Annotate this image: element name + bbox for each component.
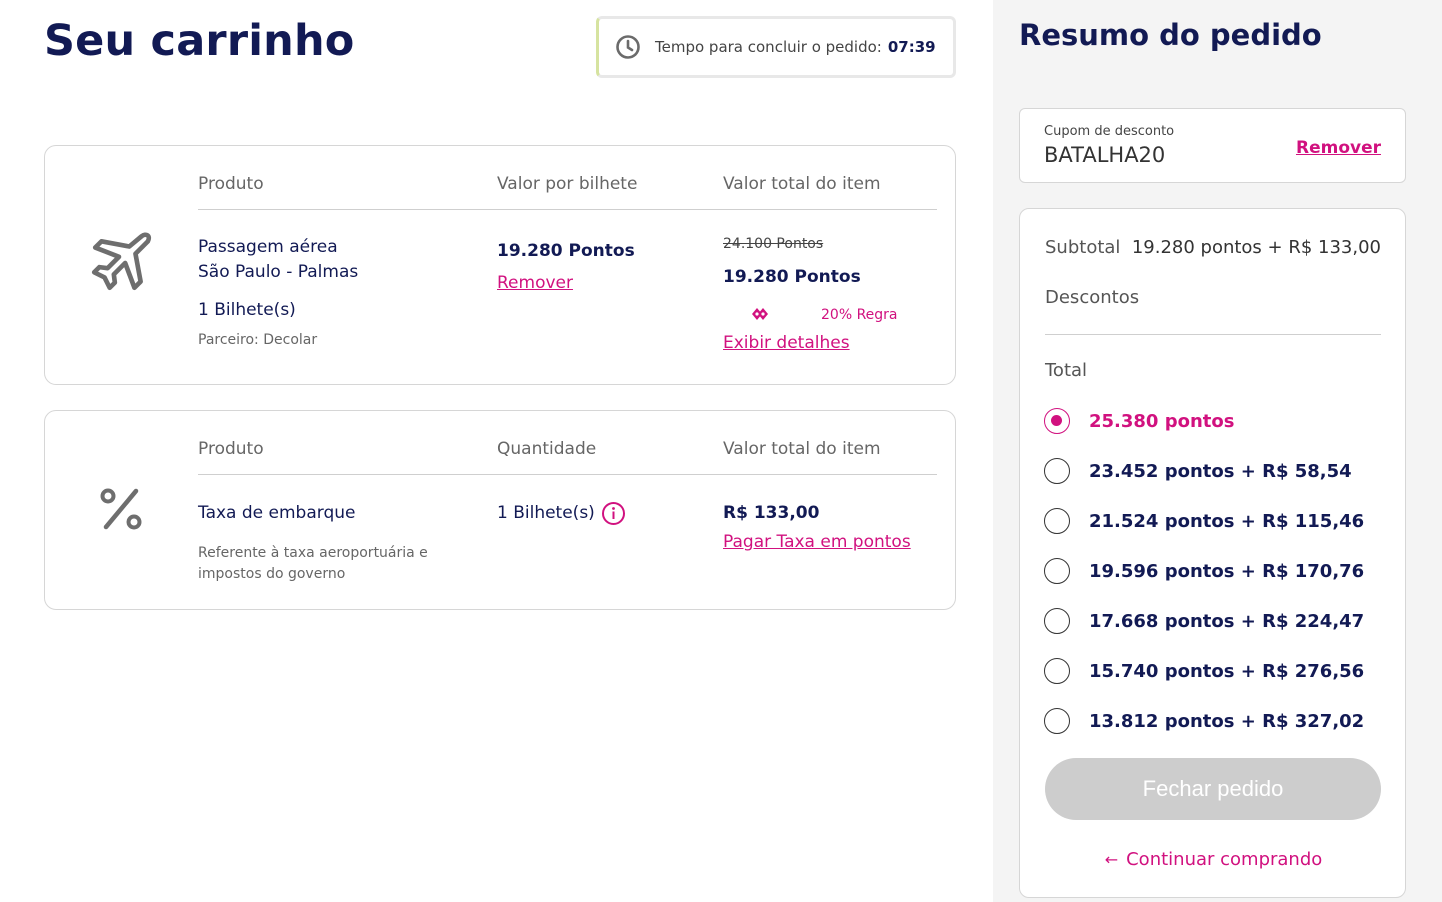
timer-value: 07:39 <box>887 38 936 56</box>
unit-price: 19.280 Pontos <box>497 241 635 261</box>
info-icon[interactable] <box>601 501 626 526</box>
product-description: Referente à taxa aeroportuária e <box>198 545 428 561</box>
show-details-link[interactable]: Exibir detalhes <box>723 333 850 353</box>
percent-icon <box>100 488 142 530</box>
product-description-cont: impostos do governo <box>198 566 346 582</box>
item-total: 19.280 Pontos <box>723 267 861 287</box>
timer-label: Tempo para concluir o pedido: <box>655 38 882 56</box>
clock-icon <box>616 35 640 59</box>
cart-panel: Seu carrinho Tempo para concluir o pedid… <box>0 0 993 902</box>
payment-option-radio[interactable] <box>1044 658 1070 684</box>
remove-item-link[interactable]: Remover <box>497 273 573 293</box>
payment-option[interactable]: 19.596 pontos + R$ 170,76 <box>1044 557 1364 585</box>
payment-option-radio[interactable] <box>1044 508 1070 534</box>
cart-item-flight: Produto Valor por bilhete Valor total do… <box>44 145 956 385</box>
payment-option-label: 25.380 pontos <box>1089 410 1235 432</box>
summary-title: Resumo do pedido <box>1019 18 1322 52</box>
payment-option-label: 17.668 pontos + R$ 224,47 <box>1089 610 1365 632</box>
order-summary-panel: Resumo do pedido Cupom de desconto BATAL… <box>993 0 1442 902</box>
column-header-product: Produto <box>198 439 264 459</box>
order-timer: Tempo para concluir o pedido: 07:39 <box>596 16 956 78</box>
close-order-button[interactable]: Fechar pedido <box>1045 758 1381 820</box>
column-header-product: Produto <box>198 174 264 194</box>
airplane-icon <box>91 232 152 291</box>
page-title: Seu carrinho <box>44 16 355 66</box>
coupon-label: Cupom de desconto <box>1044 124 1175 139</box>
payment-option[interactable]: 15.740 pontos + R$ 276,56 <box>1044 657 1364 685</box>
coupon-code: BATALHA20 <box>1044 143 1166 167</box>
product-quantity: 1 Bilhete(s) <box>497 503 595 523</box>
totals-box: Subtotal 19.280 pontos + R$ 133,00 Desco… <box>1019 208 1406 898</box>
cart-item-boarding-tax: Produto Quantidade Valor total do item T… <box>44 410 956 610</box>
coupon-box: Cupom de desconto BATALHA20 Remover <box>1019 108 1406 183</box>
payment-option[interactable]: 13.812 pontos + R$ 327,02 <box>1044 707 1364 735</box>
arrow-left-icon: ← <box>1104 850 1119 869</box>
payment-option-label: 15.740 pontos + R$ 276,56 <box>1089 660 1365 682</box>
remove-coupon-link[interactable]: Remover <box>1296 138 1381 158</box>
payment-option-radio[interactable] <box>1044 458 1070 484</box>
product-route: São Paulo - Palmas <box>198 262 359 282</box>
column-header-quantity: Quantidade <box>497 439 597 459</box>
payment-option[interactable]: 23.452 pontos + R$ 58,54 <box>1044 457 1352 485</box>
payment-option[interactable]: 21.524 pontos + R$ 115,46 <box>1044 507 1364 535</box>
column-header-item-total: Valor total do item <box>723 174 881 194</box>
column-header-unit-price: Valor por bilhete <box>497 174 638 194</box>
product-name: Taxa de embarque <box>198 503 356 523</box>
header-divider <box>198 474 937 475</box>
payment-option-radio[interactable] <box>1044 408 1070 434</box>
payment-option[interactable]: 17.668 pontos + R$ 224,47 <box>1044 607 1364 635</box>
continue-shopping-label: Continuar comprando <box>1126 849 1323 870</box>
product-partner: Parceiro: Decolar <box>198 332 318 348</box>
discount-rule: 20% Regra <box>821 307 898 323</box>
pay-tax-in-points-link[interactable]: Pagar Taxa em pontos <box>723 532 911 552</box>
total-label: Total <box>1045 360 1088 381</box>
continue-shopping-link[interactable]: ← Continuar comprando <box>1020 849 1407 870</box>
product-quantity: 1 Bilhete(s) <box>198 300 296 320</box>
item-total: R$ 133,00 <box>723 503 820 523</box>
original-total: 24.100 Pontos <box>723 236 824 252</box>
payment-option[interactable]: 25.380 pontos <box>1044 407 1234 435</box>
subtotal-label: Subtotal <box>1045 237 1121 258</box>
discounts-label: Descontos <box>1045 287 1140 308</box>
discount-tag-icon <box>752 308 768 320</box>
header-divider <box>198 209 937 210</box>
payment-option-radio[interactable] <box>1044 708 1070 734</box>
payment-option-label: 21.524 pontos + R$ 115,46 <box>1089 510 1365 532</box>
product-name: Passagem aérea <box>198 237 338 257</box>
column-header-item-total: Valor total do item <box>723 439 881 459</box>
payment-option-radio[interactable] <box>1044 608 1070 634</box>
payment-option-label: 13.812 pontos + R$ 327,02 <box>1089 710 1365 732</box>
payment-option-radio[interactable] <box>1044 558 1070 584</box>
payment-option-label: 23.452 pontos + R$ 58,54 <box>1089 460 1352 482</box>
summary-divider <box>1045 334 1381 335</box>
payment-option-label: 19.596 pontos + R$ 170,76 <box>1089 560 1365 582</box>
subtotal-value: 19.280 pontos + R$ 133,00 <box>1131 237 1381 258</box>
